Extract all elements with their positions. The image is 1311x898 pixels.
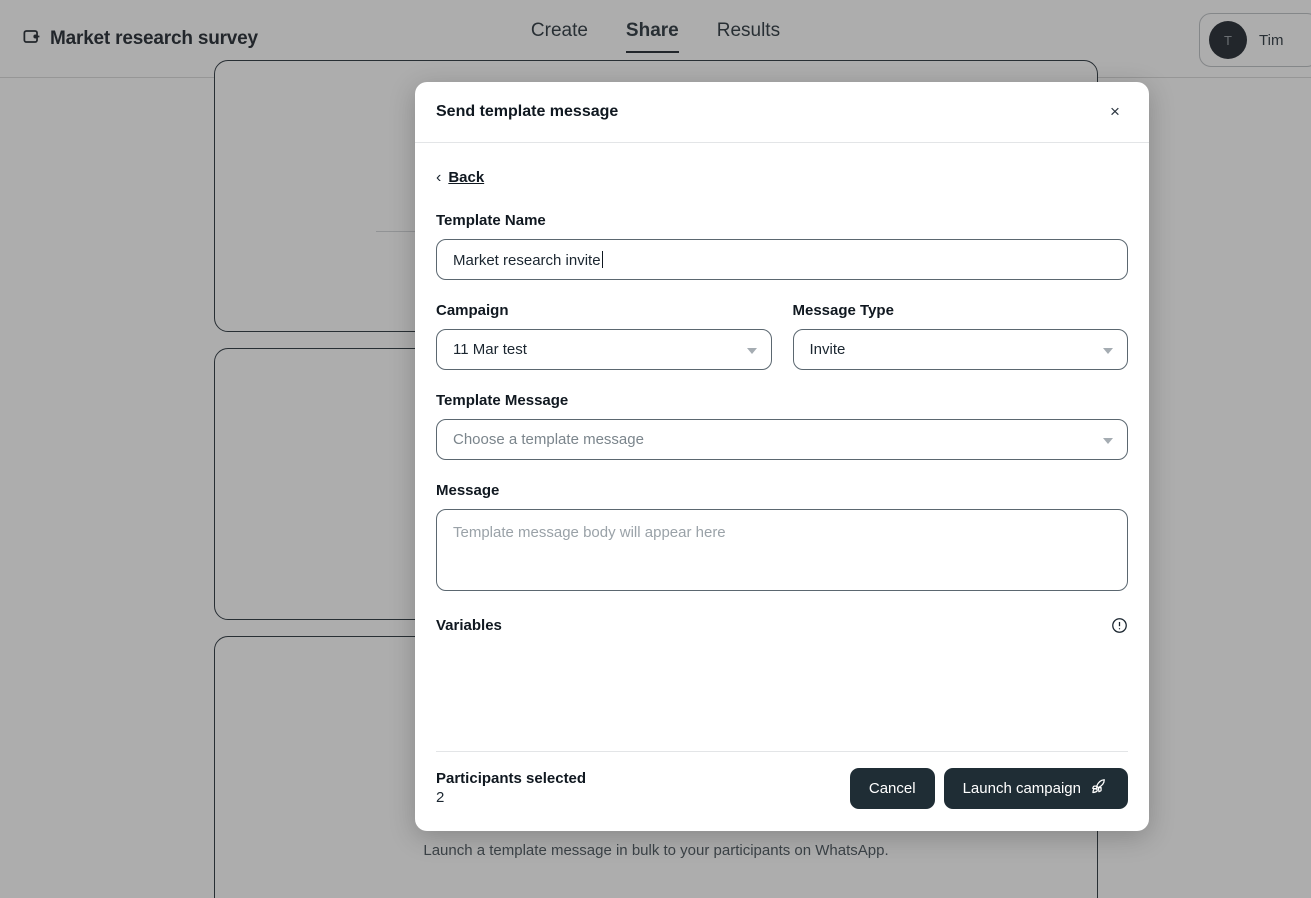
chevron-down-icon: [1103, 348, 1113, 354]
message-type-field-group: Message Type Invite: [793, 302, 1129, 370]
template-message-value: Choose a template message: [453, 431, 644, 448]
back-button[interactable]: ‹ Back: [436, 169, 484, 186]
message-label: Message: [436, 482, 1128, 499]
cancel-button[interactable]: Cancel: [850, 768, 935, 809]
back-button-label: Back: [448, 169, 484, 186]
cancel-button-label: Cancel: [869, 780, 916, 797]
message-type-value: Invite: [810, 341, 846, 358]
message-type-select[interactable]: Invite: [793, 329, 1129, 370]
campaign-field-group: Campaign 11 Mar test: [436, 302, 772, 370]
template-message-select[interactable]: Choose a template message: [436, 419, 1128, 460]
template-name-label: Template Name: [436, 212, 1128, 229]
chevron-left-icon: ‹: [436, 170, 441, 186]
chevron-down-icon: [1103, 438, 1113, 444]
template-message-label: Template Message: [436, 392, 1128, 409]
campaign-value: 11 Mar test: [453, 341, 527, 358]
template-message-field-group: Template Message Choose a template messa…: [436, 392, 1128, 460]
message-field-group: Message Template message body will appea…: [436, 482, 1128, 591]
modal-title: Send template message: [436, 103, 618, 121]
chevron-down-icon: [747, 348, 757, 354]
info-circle-icon[interactable]: [1111, 617, 1128, 634]
modal-body: ‹ Back Template Name Market research inv…: [415, 143, 1149, 751]
participants-summary: Participants selected 2: [436, 769, 586, 808]
modal-header: Send template message ×: [415, 82, 1149, 143]
campaign-message-type-row: Campaign 11 Mar test Message Type Invite: [436, 302, 1128, 370]
app-root: Market research survey Create Share Resu…: [0, 0, 1311, 898]
variables-section: Variables: [436, 617, 1128, 634]
template-name-input[interactable]: Market research invite: [436, 239, 1128, 280]
send-template-message-modal: Send template message × ‹ Back Template …: [415, 82, 1149, 831]
message-type-label: Message Type: [793, 302, 1129, 319]
launch-campaign-button[interactable]: Launch campaign: [944, 768, 1128, 809]
campaign-select[interactable]: 11 Mar test: [436, 329, 772, 370]
template-name-field-group: Template Name Market research invite: [436, 212, 1128, 280]
text-caret: [602, 251, 603, 268]
close-icon[interactable]: ×: [1102, 99, 1128, 125]
variables-label: Variables: [436, 617, 502, 634]
message-textarea[interactable]: Template message body will appear here: [436, 509, 1128, 591]
footer-actions: Cancel Launch campaign: [850, 768, 1128, 809]
rocket-icon: [1090, 777, 1109, 800]
participants-selected-count: 2: [436, 788, 586, 808]
campaign-label: Campaign: [436, 302, 772, 319]
participants-selected-label: Participants selected: [436, 769, 586, 788]
template-name-value: Market research invite: [453, 252, 601, 269]
launch-campaign-button-label: Launch campaign: [963, 780, 1081, 797]
modal-footer: Participants selected 2 Cancel Launch ca…: [436, 751, 1128, 831]
